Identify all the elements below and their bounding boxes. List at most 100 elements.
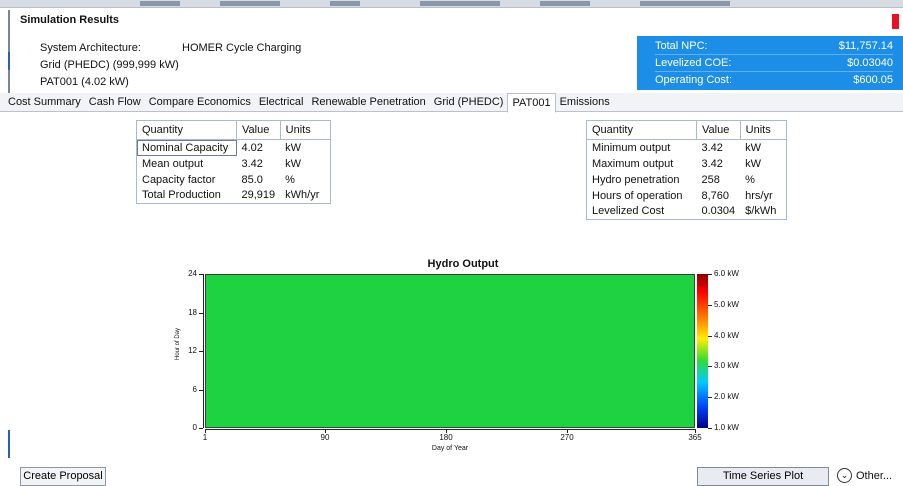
table-cell: $/kWh (745, 205, 777, 218)
table-header-row: Quantity Value Units (586, 120, 787, 140)
colorbar-tick-mark (708, 336, 712, 337)
time-series-plot-button[interactable]: Time Series Plot (697, 467, 829, 486)
table-cell: Total Production (142, 189, 221, 202)
colorbar-tick-mark (708, 305, 712, 306)
table-row[interactable]: Total Production 29,919 kWh/yr (137, 188, 331, 204)
results-tabs: Cost Summary Cash Flow Compare Economics… (0, 93, 903, 113)
table-cell: hrs/yr (745, 189, 773, 202)
x-tick-label: 1 (202, 433, 208, 442)
tab-cost-summary[interactable]: Cost Summary (4, 93, 85, 112)
table-cell: Levelized Cost (592, 205, 665, 218)
table-header-row: Quantity Value Units (136, 120, 331, 140)
table-cell: Nominal Capacity (136, 139, 237, 156)
summary-row-coe: Levelized COE: $0.03040 (655, 55, 893, 72)
table-cell: 258 (701, 173, 720, 186)
table-cell: kW (745, 141, 762, 154)
column-header-value[interactable]: Value (696, 120, 741, 140)
hydro-output-heatmap[interactable] (205, 274, 695, 428)
y-tick-label: 0 (192, 423, 197, 432)
window-left-edge-accent (8, 52, 10, 70)
other-menu-button[interactable]: ⌄ Other... (837, 468, 892, 483)
create-proposal-button[interactable]: Create Proposal (20, 467, 106, 486)
colorbar-tick-label: 3.0 kW (714, 361, 739, 370)
table-cell: Capacity factor (142, 173, 216, 186)
y-tick-mark (199, 390, 203, 391)
column-header-value[interactable]: Value (236, 120, 281, 140)
column-header-quantity[interactable]: Quantity (586, 120, 697, 140)
colorbar-tick-mark (708, 366, 712, 367)
table-row[interactable]: Maximum output 3.42 kW (587, 156, 787, 172)
pat-capacity-table: Quantity Value Units Nominal Capacity 4.… (136, 120, 331, 204)
x-tick-label: 90 (320, 433, 330, 442)
column-header-units[interactable]: Units (279, 120, 331, 140)
x-axis-line (205, 429, 695, 430)
table-cell: kW (745, 157, 762, 170)
y-axis-label: Hour of Day (175, 328, 181, 361)
summary-label: Total NPC: (655, 40, 708, 52)
table-cell: Mean output (142, 157, 204, 170)
table-row[interactable]: Nominal Capacity 4.02 kW (136, 139, 331, 156)
architecture-pat: PAT001 (4.02 kW) (40, 76, 129, 88)
summary-value: $11,757.14 (838, 40, 893, 52)
table-cell: Minimum output (592, 141, 671, 154)
column-header-units[interactable]: Units (739, 120, 787, 140)
tab-cash-flow[interactable]: Cash Flow (85, 93, 145, 112)
tab-emissions[interactable]: Emissions (556, 93, 614, 112)
tab-electrical[interactable]: Electrical (255, 93, 308, 112)
colorbar-tick-label: 1.0 kW (714, 423, 739, 432)
table-cell: 85.0 (241, 173, 263, 186)
column-header-quantity[interactable]: Quantity (136, 120, 237, 140)
table-cell: 3.42 (241, 157, 263, 170)
table-cell: 4.02 (241, 141, 263, 154)
y-axis-line (203, 274, 204, 428)
table-cell: 29,919 (241, 189, 276, 202)
table-cell: kW (285, 157, 302, 170)
table-cell: % (285, 173, 295, 186)
system-architecture: System Architecture: HOMER Cycle Charging… (40, 40, 301, 91)
tab-pat001[interactable]: PAT001 (507, 93, 556, 113)
table-cell: kWh/yr (285, 189, 320, 202)
colorbar-tick-label: 5.0 kW (714, 300, 739, 309)
table-row[interactable]: Minimum output 3.42 kW (587, 140, 787, 156)
x-tick-label: 180 (439, 433, 453, 442)
table-row[interactable]: Mean output 3.42 kW (137, 156, 331, 172)
x-tick-label: 270 (560, 433, 574, 442)
y-tick-mark (199, 274, 203, 275)
table-row[interactable]: Capacity factor 85.0 % (137, 172, 331, 188)
summary-label: Levelized COE: (655, 57, 732, 69)
window-top-stripe (0, 0, 903, 8)
table-row[interactable]: Hours of operation 8,760 hrs/yr (587, 188, 787, 204)
colorbar (697, 274, 708, 428)
window-title: Simulation Results (20, 14, 120, 26)
colorbar-tick-mark (708, 274, 712, 275)
chevron-down-icon: ⌄ (837, 468, 852, 483)
table-cell: kW (285, 141, 302, 154)
close-icon[interactable] (892, 14, 899, 29)
summary-panel: Total NPC: $11,757.14 Levelized COE: $0.… (637, 36, 903, 90)
colorbar-tick-label: 6.0 kW (714, 269, 739, 278)
summary-label: Operating Cost: (655, 74, 733, 86)
table-cell: Maximum output (592, 157, 674, 170)
window-left-edge-accent-bottom (8, 430, 10, 458)
tab-grid-phedc[interactable]: Grid (PHEDC) (430, 93, 508, 112)
summary-value: $600.05 (853, 74, 893, 86)
colorbar-tick-mark (708, 428, 712, 429)
colorbar-tick-label: 2.0 kW (714, 392, 739, 401)
tab-compare-economics[interactable]: Compare Economics (145, 93, 255, 112)
table-row[interactable]: Levelized Cost 0.0304 $/kWh (587, 204, 787, 220)
table-row[interactable]: Hydro penetration 258 % (587, 172, 787, 188)
pat-output-table: Quantity Value Units Minimum output 3.42… (586, 120, 787, 220)
table-cell: % (745, 173, 755, 186)
table-cell: 8,760 (701, 189, 730, 202)
tab-renewable-penetration[interactable]: Renewable Penetration (307, 93, 429, 112)
architecture-grid: Grid (PHEDC) (999,999 kW) (40, 59, 179, 71)
table-cell: Hours of operation (592, 189, 683, 202)
summary-value: $0.03040 (847, 57, 893, 69)
y-tick-label: 18 (188, 308, 197, 317)
y-tick-mark (199, 428, 203, 429)
table-cell: 0.0304 (701, 205, 736, 218)
y-tick-label: 24 (188, 269, 197, 278)
architecture-value: HOMER Cycle Charging (182, 42, 302, 54)
x-tick-label: 365 (688, 433, 702, 442)
chart-title: Hydro Output (427, 258, 499, 270)
